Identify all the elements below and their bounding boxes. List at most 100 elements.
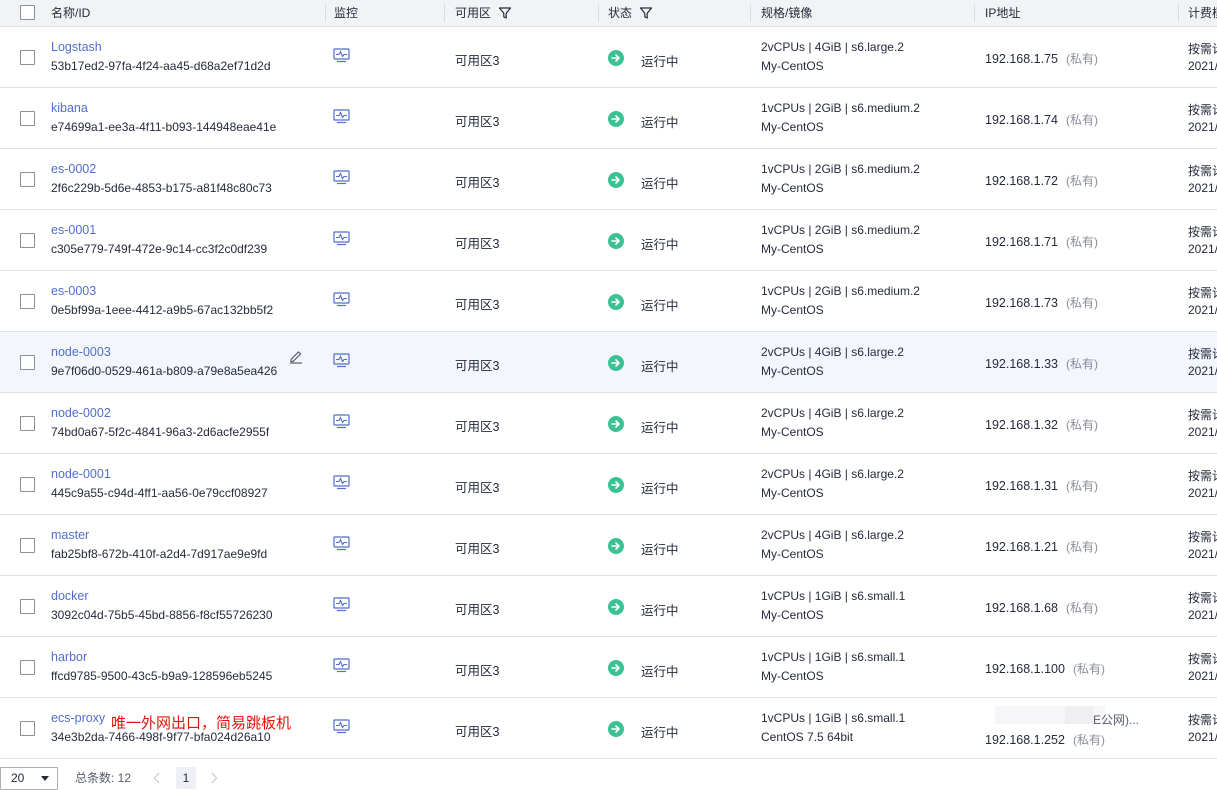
ip-type: (私有): [1066, 418, 1098, 432]
page-size-value: 20: [11, 771, 25, 785]
instance-id: 2f6c229b-5d6e-4853-b175-a81f48c80c73: [51, 181, 272, 195]
instance-name-link[interactable]: kibana: [51, 101, 88, 115]
billing-date: 2021/: [1188, 120, 1217, 134]
image-text: CentOS 7.5 64bit: [761, 730, 854, 744]
ip-cell: 192.168.1.71 (私有): [985, 233, 1098, 250]
monitor-icon[interactable]: [333, 719, 350, 737]
monitor-icon[interactable]: [333, 353, 350, 371]
header-divider: [444, 4, 445, 22]
billing-mode: 按需计: [1188, 103, 1217, 117]
instance-name-link[interactable]: node-0001: [51, 467, 111, 481]
image-text: My-CentOS: [761, 364, 824, 378]
instance-name-link[interactable]: es-0003: [51, 284, 96, 298]
spec-text: 2vCPUs | 4GiB | s6.large.2: [761, 40, 904, 54]
instance-name-link[interactable]: es-0001: [51, 223, 96, 237]
table-row[interactable]: node-0001 445c9a55-c94d-4ff1-aa56-0e79ccf…: [0, 454, 1217, 515]
instance-name-link[interactable]: master: [51, 528, 89, 542]
edit-icon[interactable]: [288, 348, 304, 367]
row-checkbox[interactable]: [20, 538, 35, 553]
monitor-icon[interactable]: [333, 109, 350, 127]
row-checkbox[interactable]: [20, 416, 35, 431]
billing-date-value: 2021/: [1188, 730, 1217, 744]
table-row[interactable]: node-0003 9e7f06d0-0529-461a-b809-a79e8a5…: [0, 332, 1217, 393]
spec-text: 2vCPUs | 4GiB | s6.large.2: [761, 528, 904, 542]
ip-cell: 192.168.1.33 (私有): [985, 355, 1098, 372]
prev-page-icon[interactable]: [153, 772, 161, 787]
instance-id: fab25bf8-672b-410f-a2d4-7d917ae9e9fd: [51, 547, 268, 561]
billing-mode: 按需计: [1188, 347, 1217, 361]
monitor-icon[interactable]: [333, 48, 350, 66]
select-all-checkbox[interactable]: [20, 5, 35, 20]
header-name-id[interactable]: 名称/ID: [51, 0, 90, 27]
header-divider: [750, 4, 751, 22]
monitor-icon[interactable]: [333, 231, 350, 249]
instance-name-link[interactable]: ecs-proxy: [51, 711, 105, 725]
spec-text: 2vCPUs | 4GiB | s6.large.2: [761, 345, 904, 359]
spec-text: 1vCPUs | 2GiB | s6.medium.2: [761, 162, 920, 176]
row-checkbox[interactable]: [20, 172, 35, 187]
billing-date-value: 2021/: [1188, 181, 1217, 195]
instance-name-link[interactable]: Logstash: [51, 40, 102, 54]
page-button-current[interactable]: 1: [176, 767, 196, 789]
monitor-icon[interactable]: [333, 597, 350, 615]
pagination-bar: 20 总条数: 12 1: [0, 766, 1217, 790]
monitor-icon[interactable]: [333, 292, 350, 310]
row-checkbox[interactable]: [20, 294, 35, 309]
status-running-icon: [608, 721, 624, 737]
instance-name-link[interactable]: node-0003: [51, 345, 111, 359]
table-row[interactable]: kibana e74699a1-ee3a-4f11-b093-144948eae4…: [0, 88, 1217, 149]
table-row[interactable]: node-0002 74bd0a67-5f2c-4841-96a3-2d6acfe…: [0, 393, 1217, 454]
instance-id: 445c9a55-c94d-4ff1-aa56-0e79ccf08927: [51, 486, 268, 500]
status-running-icon: [608, 599, 624, 615]
table-row[interactable]: master fab25bf8-672b-410f-a2d4-7d917ae9e9…: [0, 515, 1217, 576]
image-text: My-CentOS: [761, 669, 824, 683]
table-row[interactable]: es-0003 0e5bf99a-1eee-4412-a9b5-67ac132bb…: [0, 271, 1217, 332]
row-checkbox[interactable]: [20, 477, 35, 492]
monitor-icon[interactable]: [333, 475, 350, 493]
status-text: 运行中: [641, 238, 679, 252]
next-page-icon[interactable]: [210, 772, 218, 787]
ip-type: (私有): [1066, 479, 1098, 493]
image-text: My-CentOS: [761, 608, 824, 622]
monitor-icon[interactable]: [333, 658, 350, 676]
row-checkbox[interactable]: [20, 721, 35, 736]
table-row[interactable]: es-0002 2f6c229b-5d6e-4853-b175-a81f48c80…: [0, 149, 1217, 210]
status-running-icon: [608, 294, 624, 310]
ip-address: 192.168.1.74: [985, 113, 1058, 127]
monitor-icon[interactable]: [333, 170, 350, 188]
instance-name-link[interactable]: node-0002: [51, 406, 111, 420]
row-checkbox[interactable]: [20, 355, 35, 370]
row-checkbox[interactable]: [20, 50, 35, 65]
billing-date: 2021/: [1188, 608, 1217, 622]
monitor-icon[interactable]: [333, 536, 350, 554]
ip-cell: 192.168.1.73 (私有): [985, 294, 1098, 311]
instance-id: c305e779-749f-472e-9c14-cc3f2c0df239: [51, 242, 268, 256]
filter-icon[interactable]: [498, 6, 512, 20]
instance-name-link[interactable]: harbor: [51, 650, 87, 664]
ip-type: (私有): [1066, 174, 1098, 188]
billing-date: 2021/: [1188, 730, 1217, 744]
ip-type: (私有): [1066, 52, 1098, 66]
row-checkbox[interactable]: [20, 111, 35, 126]
zone-value: 可用区3: [455, 359, 500, 373]
table-row[interactable]: es-0001 c305e779-749f-472e-9c14-cc3f2c0df…: [0, 210, 1217, 271]
page-size-select[interactable]: 20: [0, 767, 58, 790]
filter-icon[interactable]: [639, 6, 653, 20]
instance-name-link[interactable]: es-0002: [51, 162, 96, 176]
ip-address: 192.168.1.31: [985, 479, 1058, 493]
table-row[interactable]: Logstash 53b17ed2-97fa-4f24-aa45-d68a2ef7…: [0, 27, 1217, 88]
row-checkbox[interactable]: [20, 599, 35, 614]
instance-id: 3092c04d-75b5-45bd-8856-f8cf55726230: [51, 608, 273, 622]
table-row[interactable]: docker 3092c04d-75b5-45bd-8856-f8cf557262…: [0, 576, 1217, 637]
ip-address: 192.168.1.71: [985, 235, 1058, 249]
ip-type: (私有): [1066, 601, 1098, 615]
table-row[interactable]: harbor ffcd9785-9500-43c5-b9a9-128596eb52…: [0, 637, 1217, 698]
row-checkbox[interactable]: [20, 233, 35, 248]
row-checkbox[interactable]: [20, 660, 35, 675]
billing-date: 2021/: [1188, 181, 1217, 195]
monitor-icon[interactable]: [333, 414, 350, 432]
instance-id: 0e5bf99a-1eee-4412-a9b5-67ac132bb5f2: [51, 303, 274, 317]
instance-name-link[interactable]: docker: [51, 589, 89, 603]
status-text: 运行中: [641, 604, 679, 618]
spec-text: 1vCPUs | 1GiB | s6.small.1: [761, 711, 906, 725]
